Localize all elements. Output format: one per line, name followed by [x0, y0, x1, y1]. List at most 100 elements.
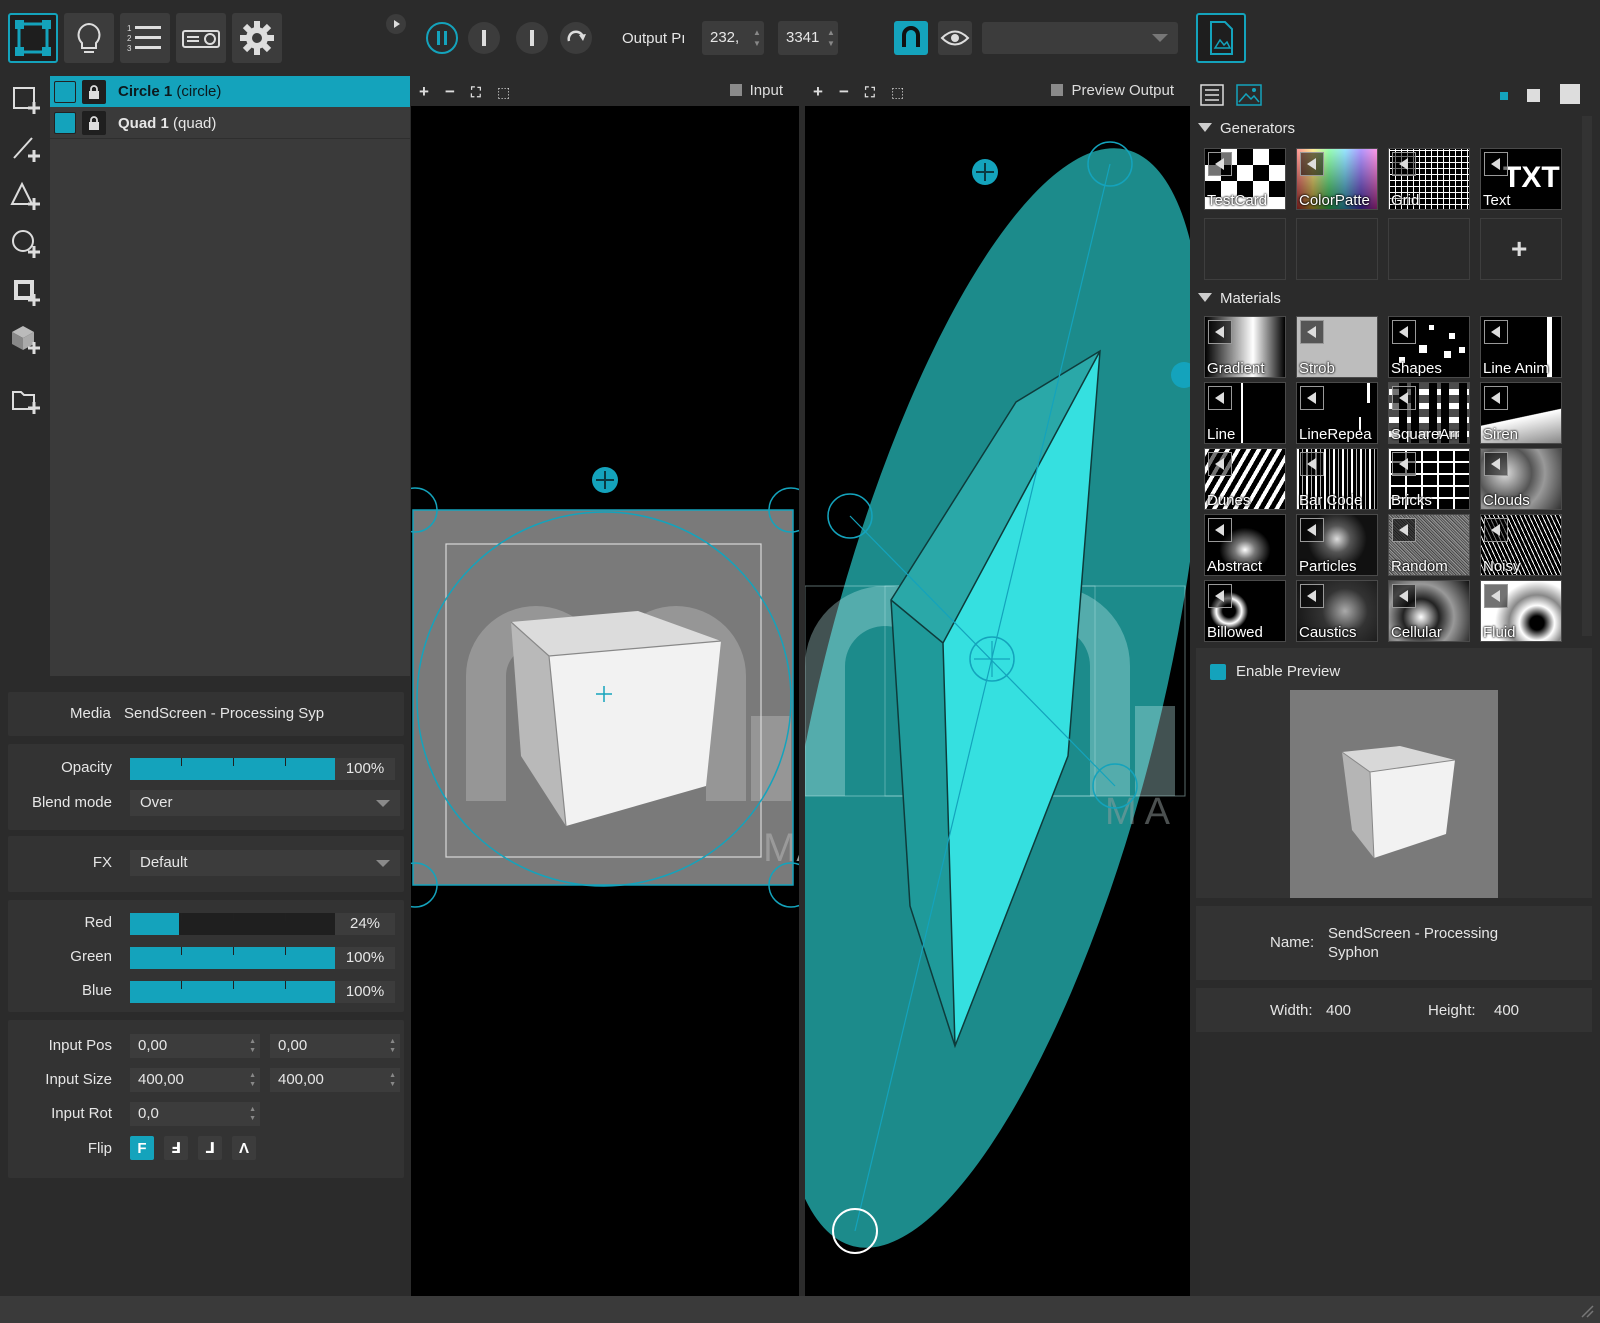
generator-tile[interactable]: TXT Text [1480, 148, 1562, 210]
opacity-value[interactable]: 100% [335, 758, 395, 780]
material-tile[interactable]: Strob [1296, 316, 1378, 378]
material-tile[interactable]: Bar Code [1296, 448, 1378, 510]
play-back-icon[interactable] [1300, 386, 1324, 410]
red-slider[interactable]: 24% [130, 913, 395, 935]
output-viewport[interactable]: MA [805, 106, 1190, 1296]
material-tile[interactable]: Caustics [1296, 580, 1378, 642]
play-back-icon[interactable] [1392, 452, 1416, 476]
material-tile[interactable]: Siren [1480, 382, 1562, 444]
play-back-icon[interactable] [1392, 320, 1416, 344]
flip-horizontal-button[interactable]: Ⅎ [164, 1136, 188, 1160]
spinner-icon[interactable]: ▲ ▼ [249, 1037, 256, 1055]
material-tile[interactable]: Noisy [1480, 514, 1562, 576]
blue-slider[interactable]: 100% [130, 981, 395, 1003]
step-back-button[interactable] [468, 22, 500, 54]
material-tile[interactable]: Fluid [1480, 580, 1562, 642]
input-rot-field[interactable]: 0,0 ▲ ▼ [130, 1102, 260, 1126]
green-slider[interactable]: 100% [130, 947, 395, 969]
large-thumbs-icon[interactable] [1560, 84, 1580, 104]
output-x-field[interactable]: 232, ▲ ▼ [702, 21, 764, 55]
add-triangle-tool[interactable] [10, 180, 42, 212]
play-back-icon[interactable] [1484, 518, 1508, 542]
medium-thumbs-icon[interactable] [1527, 89, 1540, 102]
red-value[interactable]: 24% [335, 913, 395, 935]
zoom-out-icon[interactable]: − [839, 82, 849, 102]
flip-none-button[interactable]: F [130, 1136, 154, 1160]
spinner-icon[interactable]: ▲ ▼ [249, 1071, 256, 1089]
enable-preview-checkbox[interactable] [1210, 664, 1226, 680]
small-thumbs-icon[interactable] [1500, 92, 1508, 100]
layer-visible-checkbox[interactable] [54, 112, 76, 134]
spinner-icon[interactable]: ▲ ▼ [827, 27, 835, 49]
add-3d-tool[interactable] [10, 324, 42, 356]
empty-slot[interactable] [1388, 218, 1470, 280]
generators-header[interactable]: Generators [1198, 120, 1295, 137]
flip-both-button[interactable]: Ʌ [232, 1136, 256, 1160]
empty-slot[interactable] [1296, 218, 1378, 280]
material-tile[interactable]: LineRepea [1296, 382, 1378, 444]
material-tile[interactable]: Billowed [1204, 580, 1286, 642]
play-back-icon[interactable] [1484, 452, 1508, 476]
rewind-button[interactable] [560, 22, 592, 54]
play-back-icon[interactable] [1392, 518, 1416, 542]
add-quad-tool[interactable] [10, 84, 42, 116]
material-tile[interactable]: Cellular [1388, 580, 1470, 642]
play-back-icon[interactable] [1484, 320, 1508, 344]
spinner-icon[interactable]: ▲ ▼ [249, 1105, 256, 1123]
materials-header[interactable]: Materials [1198, 290, 1281, 307]
play-back-icon[interactable] [1208, 320, 1232, 344]
input-pos-x-field[interactable]: 0,00 ▲ ▼ [130, 1034, 260, 1058]
material-tile[interactable]: Random [1388, 514, 1470, 576]
step-forward-button[interactable] [516, 22, 548, 54]
display-select[interactable] [982, 22, 1178, 54]
play-back-icon[interactable] [1300, 320, 1324, 344]
generator-tile[interactable]: ColorPatte [1296, 148, 1378, 210]
blend-mode-select[interactable]: Over [130, 790, 400, 816]
collapse-toggle-button[interactable] [386, 14, 406, 34]
play-back-icon[interactable] [1392, 152, 1416, 176]
blue-value[interactable]: 100% [335, 981, 395, 1003]
play-back-icon[interactable] [1300, 452, 1324, 476]
play-back-icon[interactable] [1484, 152, 1508, 176]
material-tile[interactable]: Line [1204, 382, 1286, 444]
input-size-w-field[interactable]: 400,00 ▲ ▼ [130, 1068, 260, 1092]
fill-view-icon[interactable]: ⬚ [497, 84, 510, 101]
pause-button[interactable] [426, 22, 458, 54]
fx-select[interactable]: Default [130, 850, 400, 876]
play-back-icon[interactable] [1208, 452, 1232, 476]
fill-view-icon[interactable]: ⬚ [891, 84, 904, 101]
opacity-slider[interactable]: 100% [130, 758, 395, 780]
play-back-icon[interactable] [1208, 152, 1232, 176]
empty-slot[interactable] [1204, 218, 1286, 280]
layers-list-button[interactable]: 123 [120, 13, 170, 63]
spinner-icon[interactable]: ▲ ▼ [753, 27, 761, 49]
layer-row[interactable]: Quad 1 (quad) [50, 108, 410, 139]
list-view-button[interactable] [1200, 84, 1224, 106]
material-tile[interactable]: Gradient [1204, 316, 1286, 378]
layer-visible-checkbox[interactable] [54, 80, 76, 103]
material-tile[interactable]: Abstract [1204, 514, 1286, 576]
add-line-tool[interactable] [10, 132, 42, 164]
play-back-icon[interactable] [1300, 518, 1324, 542]
play-back-icon[interactable] [1208, 518, 1232, 542]
material-tile[interactable]: Clouds [1480, 448, 1562, 510]
add-mesh-tool[interactable] [10, 276, 42, 308]
resize-grip-icon[interactable] [1580, 1304, 1594, 1318]
play-back-icon[interactable] [1208, 584, 1232, 608]
play-back-icon[interactable] [1300, 152, 1324, 176]
fit-view-icon[interactable]: ⛶ [865, 84, 875, 101]
mapping-mode-button[interactable] [8, 13, 58, 63]
output-window-button[interactable] [1196, 13, 1246, 63]
fit-view-icon[interactable]: ⛶ [471, 84, 481, 101]
output-y-field[interactable]: 3341 ▲ ▼ [778, 21, 838, 55]
material-tile[interactable]: Dunes [1204, 448, 1286, 510]
play-back-icon[interactable] [1208, 386, 1232, 410]
spinner-icon[interactable]: ▲ ▼ [389, 1071, 396, 1089]
zoom-in-icon[interactable]: + [813, 82, 823, 102]
input-size-h-field[interactable]: 400,00 ▲ ▼ [270, 1068, 400, 1092]
play-back-icon[interactable] [1484, 386, 1508, 410]
zoom-in-icon[interactable]: + [419, 82, 429, 102]
idea-mode-button[interactable] [64, 13, 114, 63]
add-generator-button[interactable]: + [1480, 218, 1562, 280]
zoom-out-icon[interactable]: − [445, 82, 455, 102]
